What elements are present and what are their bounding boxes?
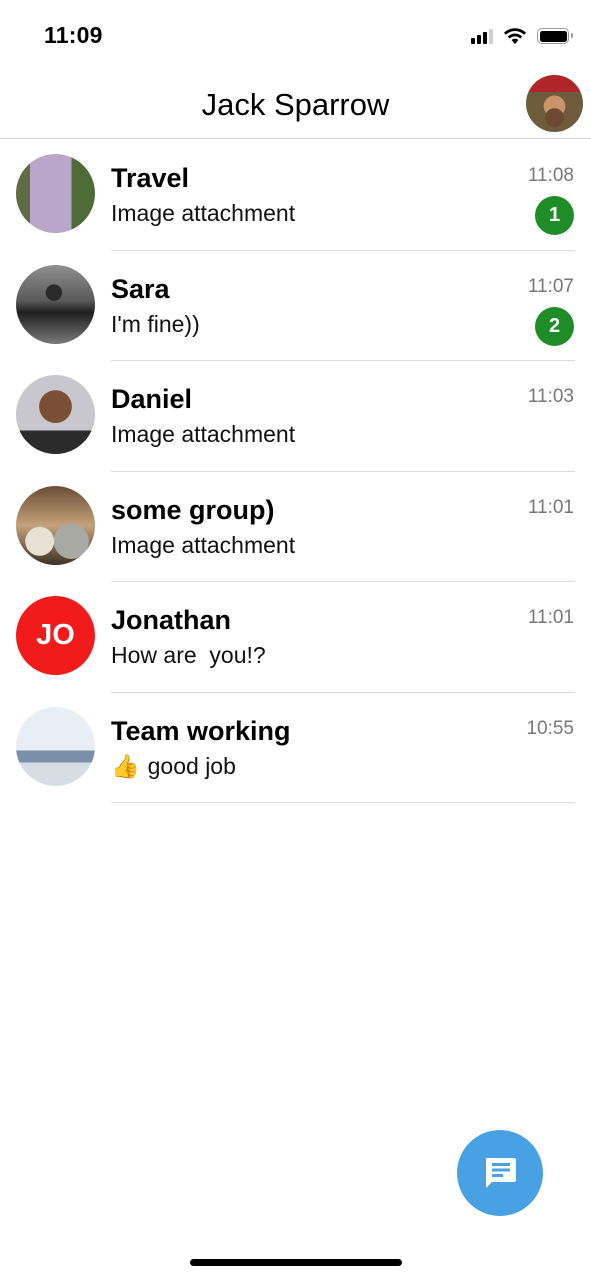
home-indicator bbox=[190, 1259, 402, 1266]
chat-name: Daniel bbox=[111, 384, 193, 414]
chat-item-sara[interactable]: Sara I'm fine)) 11:07 2 bbox=[0, 251, 591, 361]
avatar-initials: JO bbox=[16, 596, 95, 675]
chat-name: Sara bbox=[111, 273, 170, 304]
chat-time: 10:55 bbox=[526, 717, 574, 739]
chat-time: 11:01 bbox=[527, 496, 574, 518]
new-message-button[interactable] bbox=[457, 1130, 543, 1216]
chat-name: some group) bbox=[111, 494, 275, 525]
status-time: 11:09 bbox=[44, 22, 103, 48]
status-bar: 11:09 bbox=[0, 0, 591, 70]
battery-icon bbox=[537, 28, 573, 44]
chat-preview: Image attachment bbox=[111, 200, 296, 226]
chat-list: Travel Image attachment 11:08 1 Sara I'm… bbox=[0, 140, 591, 803]
divider bbox=[111, 802, 575, 803]
avatar bbox=[16, 264, 95, 344]
page-title: Jack Sparrow bbox=[201, 87, 390, 122]
chat-name: Jonathan bbox=[111, 605, 232, 635]
header: Jack Sparrow bbox=[0, 70, 591, 139]
chat-item-travel[interactable]: Travel Image attachment 11:08 1 bbox=[0, 140, 591, 251]
new-message-icon bbox=[486, 1158, 516, 1188]
signal-icon bbox=[471, 28, 493, 44]
wifi-icon bbox=[504, 28, 526, 44]
chat-preview: How are you!? bbox=[111, 642, 266, 668]
chat-time: 11:03 bbox=[527, 386, 574, 407]
chat-time: 11:01 bbox=[527, 607, 574, 628]
chat-item-jonathan[interactable]: JO Jonathan How are you!? 11:01 bbox=[0, 582, 591, 693]
chat-preview: 👍 good job bbox=[111, 753, 236, 780]
unread-badge: 1 bbox=[535, 196, 574, 235]
chat-preview: Image attachment bbox=[111, 531, 296, 558]
avatar bbox=[16, 485, 95, 565]
status-icons bbox=[471, 27, 573, 45]
chat-preview-text: good job bbox=[147, 752, 236, 779]
avatar bbox=[16, 375, 95, 454]
chat-item-team-working[interactable]: Team working 👍 good job 10:55 bbox=[0, 693, 591, 803]
avatar bbox=[16, 154, 95, 233]
user-avatar[interactable] bbox=[526, 75, 583, 132]
chat-time: 11:07 bbox=[527, 275, 574, 297]
chat-preview: Image attachment bbox=[111, 421, 296, 447]
chat-time: 11:08 bbox=[527, 165, 574, 186]
chat-preview: I'm fine)) bbox=[111, 310, 200, 337]
avatar bbox=[16, 706, 95, 786]
chat-item-daniel[interactable]: Daniel Image attachment 11:03 bbox=[0, 361, 591, 472]
chat-name: Team working bbox=[111, 715, 291, 746]
chat-item-some-group[interactable]: some group) Image attachment 11:01 bbox=[0, 472, 591, 582]
thumbs-up-icon: 👍 bbox=[111, 753, 140, 780]
chat-name: Travel bbox=[111, 163, 190, 193]
unread-badge: 2 bbox=[535, 306, 574, 346]
